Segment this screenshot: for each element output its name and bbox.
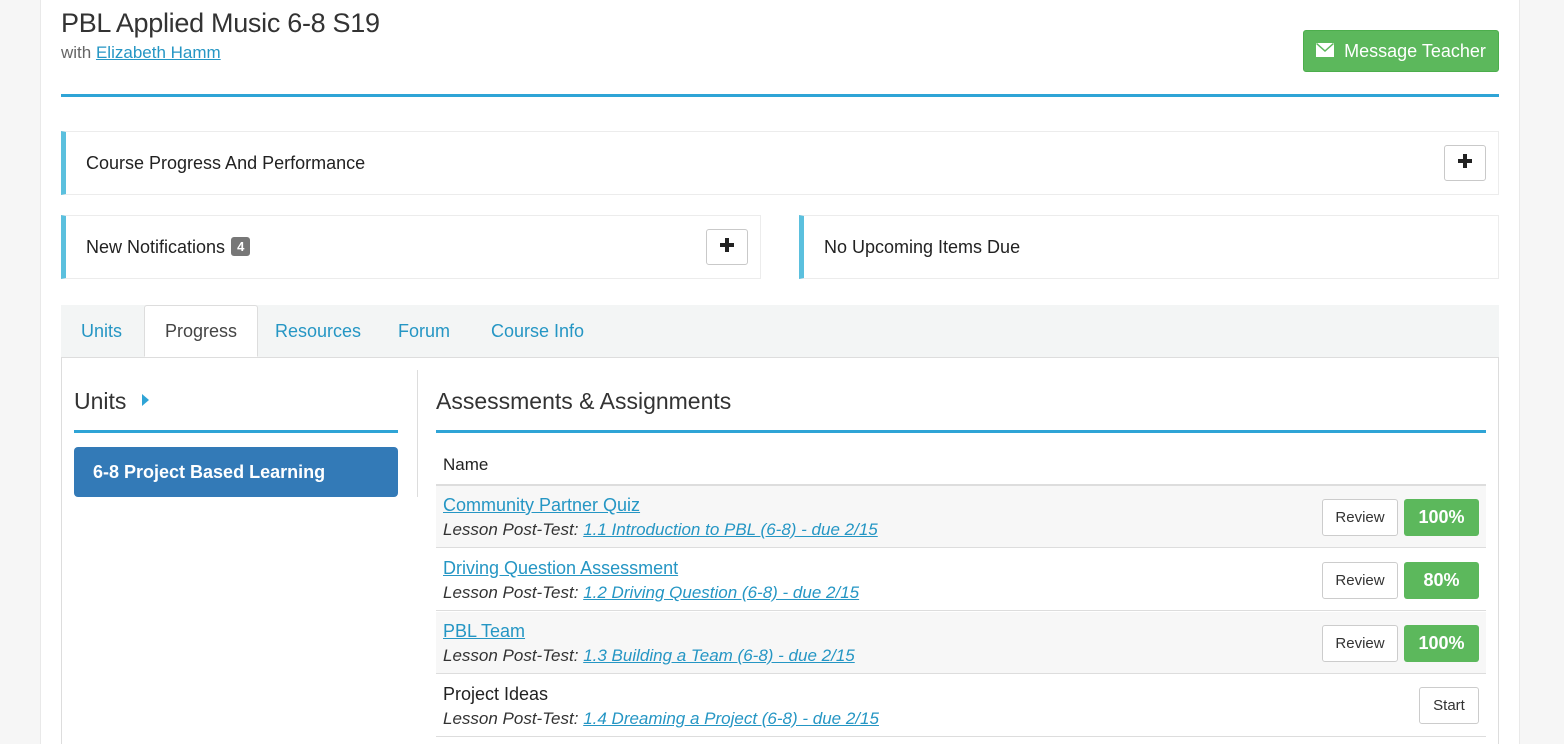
- table-row: Driving Question Assessment Lesson Post-…: [436, 549, 1486, 611]
- plus-icon: [1458, 153, 1472, 173]
- assessment-lesson: Lesson Post-Test: 1.2 Driving Question (…: [443, 583, 860, 602]
- expand-progress-button[interactable]: [1444, 145, 1486, 181]
- assessment-lesson: Lesson Post-Test: 1.3 Building a Team (6…: [443, 646, 855, 665]
- teacher-line: with Elizabeth Hamm: [61, 43, 221, 63]
- tab-course-info[interactable]: Course Info: [471, 305, 604, 357]
- lesson-link[interactable]: 1.4 Dreaming a Project (6-8) - due 2/15: [583, 709, 879, 728]
- tab-units[interactable]: Units: [61, 305, 142, 357]
- upcoming-label: No Upcoming Items Due: [824, 236, 1021, 257]
- table-row: PBL Team Lesson Post-Test: 1.3 Building …: [436, 612, 1486, 674]
- tab-forum[interactable]: Forum: [378, 305, 470, 357]
- lesson-link[interactable]: 1.1 Introduction to PBL (6-8) - due 2/15: [583, 520, 878, 539]
- course-title: PBL Applied Music 6-8 S19: [61, 8, 380, 38]
- with-prefix: with: [61, 43, 92, 62]
- assessments-divider: [436, 430, 1486, 433]
- review-button[interactable]: Review: [1322, 562, 1398, 599]
- name-column-header: Name: [443, 455, 489, 474]
- notifications-panel: New Notifications 4: [61, 215, 761, 279]
- tab-resources[interactable]: Resources: [255, 305, 381, 357]
- start-button[interactable]: Start: [1419, 687, 1479, 724]
- assessment-lesson: Lesson Post-Test: 1.4 Dreaming a Project…: [443, 709, 879, 728]
- assessment-link[interactable]: PBL Team: [443, 621, 525, 642]
- course-tabs: Units Progress Resources Forum Course In…: [61, 305, 1499, 358]
- progress-tab-content: Units 6-8 Project Based Learning Assessm…: [61, 358, 1499, 744]
- table-row: Project Ideas Lesson Post-Test: 1.4 Drea…: [436, 675, 1486, 737]
- score-badge: 80%: [1404, 562, 1479, 599]
- units-divider: [74, 430, 398, 433]
- assessments-heading: Assessments & Assignments: [436, 388, 732, 414]
- column-divider: [417, 370, 418, 497]
- course-header: PBL Applied Music 6-8 S19 with Elizabeth…: [61, 8, 1499, 97]
- review-button[interactable]: Review: [1322, 499, 1398, 536]
- table-row: Community Partner Quiz Lesson Post-Test:…: [436, 486, 1486, 548]
- expand-notifications-button[interactable]: [706, 229, 748, 265]
- assessment-link[interactable]: Driving Question Assessment: [443, 558, 678, 579]
- lesson-link[interactable]: 1.3 Building a Team (6-8) - due 2/15: [583, 646, 855, 665]
- notifications-label: New Notifications 4: [86, 236, 251, 258]
- course-progress-label: Course Progress And Performance: [86, 152, 366, 173]
- review-button[interactable]: Review: [1322, 625, 1398, 662]
- score-badge: 100%: [1404, 499, 1479, 536]
- assessment-lesson: Lesson Post-Test: 1.1 Introduction to PB…: [443, 520, 878, 539]
- lesson-link[interactable]: 1.2 Driving Question (6-8) - due 2/15: [583, 583, 859, 602]
- teacher-link[interactable]: Elizabeth Hamm: [96, 43, 221, 62]
- unit-item[interactable]: 6-8 Project Based Learning: [74, 447, 398, 497]
- caret-right-icon[interactable]: [142, 394, 149, 406]
- upcoming-panel: No Upcoming Items Due: [799, 215, 1499, 279]
- course-progress-panel: Course Progress And Performance: [61, 131, 1499, 195]
- units-heading: Units: [74, 388, 127, 414]
- score-badge: 100%: [1404, 625, 1479, 662]
- assessment-link[interactable]: Community Partner Quiz: [443, 495, 640, 516]
- message-teacher-label: Message Teacher: [1344, 40, 1486, 61]
- assessment-name: Project Ideas: [443, 684, 549, 704]
- message-teacher-button[interactable]: Message Teacher: [1303, 30, 1499, 72]
- plus-icon: [720, 237, 734, 257]
- tab-progress[interactable]: Progress: [144, 305, 259, 357]
- notifications-count-badge: 4: [231, 236, 251, 256]
- course-page: PBL Applied Music 6-8 S19 with Elizabeth…: [40, 0, 1520, 744]
- envelope-icon: [1316, 41, 1335, 62]
